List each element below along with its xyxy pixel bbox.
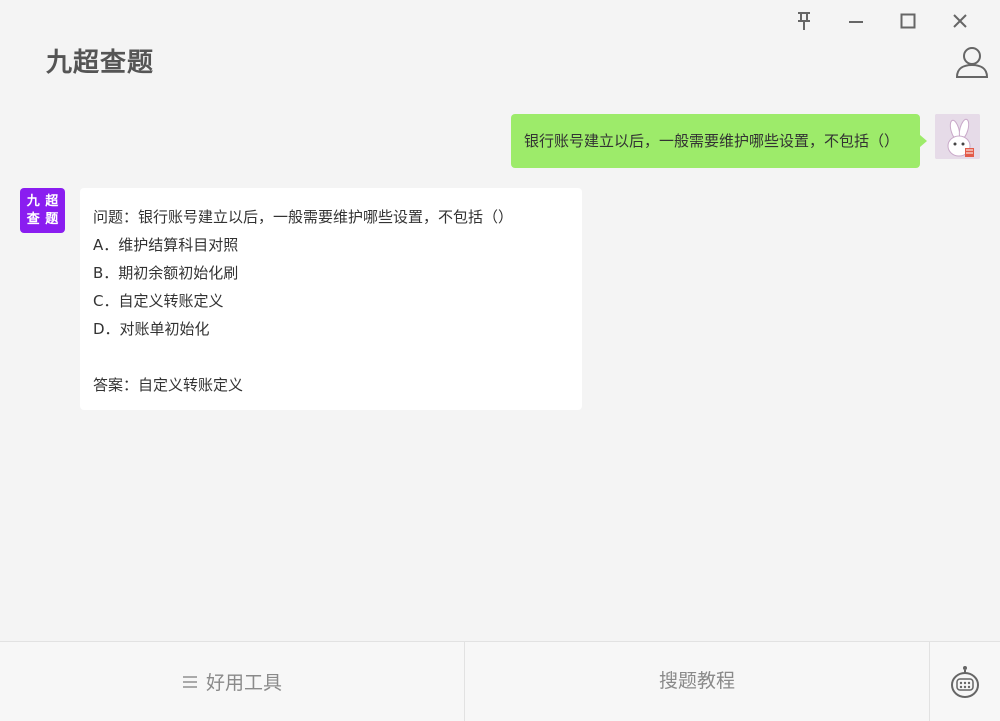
maximize-button[interactable] bbox=[882, 8, 934, 34]
robot-icon bbox=[951, 665, 979, 698]
pin-icon bbox=[798, 12, 810, 30]
user-message-bubble: 银行账号建立以后，一般需要维护哪些设置，不包括（） bbox=[510, 114, 928, 168]
bot-avatar-char: 查 bbox=[26, 211, 40, 227]
window-controls bbox=[778, 8, 986, 34]
bot-avatar-char: 超 bbox=[45, 193, 59, 209]
question-text: 问题：银行账号建立以后，一般需要维护哪些设置，不包括（） bbox=[93, 208, 514, 226]
bot-avatar-char: 九 bbox=[26, 193, 40, 209]
tools-button[interactable]: 好用工具 bbox=[0, 642, 465, 721]
option-d: D．对账单初始化 bbox=[93, 320, 210, 338]
maximize-icon bbox=[900, 13, 916, 29]
option-c: C．自定义转账定义 bbox=[93, 292, 224, 310]
footer-bar: 好用工具 搜题教程 bbox=[0, 641, 1000, 721]
user-icon bbox=[955, 47, 989, 78]
pin-button[interactable] bbox=[778, 8, 830, 34]
option-a: A．维护结算科目对照 bbox=[93, 236, 239, 254]
user-account-button[interactable] bbox=[954, 44, 990, 80]
rabbit-avatar-icon bbox=[935, 114, 980, 159]
bot-reply-bubble: 问题：银行账号建立以后，一般需要维护哪些设置，不包括（） A．维护结算科目对照 … bbox=[80, 188, 582, 410]
minimize-icon bbox=[849, 21, 863, 23]
close-button[interactable] bbox=[934, 8, 986, 34]
robot-button[interactable] bbox=[930, 642, 1000, 721]
user-message: 银行账号建立以后，一般需要维护哪些设置，不包括（） bbox=[510, 114, 928, 168]
answer-text: 答案：自定义转账定义 bbox=[93, 376, 244, 394]
search-guide-label: 搜题教程 bbox=[658, 670, 735, 692]
minimize-button[interactable] bbox=[830, 8, 882, 34]
menu-icon bbox=[182, 675, 198, 689]
search-guide-button[interactable]: 搜题教程 bbox=[465, 642, 930, 721]
bot-avatar: 九 超 查 题 bbox=[20, 188, 65, 233]
bot-avatar-char: 题 bbox=[45, 211, 59, 227]
close-icon bbox=[953, 14, 967, 28]
option-b: B．期初余额初始化刷 bbox=[93, 264, 239, 282]
app-title: 九超查题 bbox=[46, 48, 155, 78]
tools-label: 好用工具 bbox=[205, 672, 282, 694]
user-avatar bbox=[935, 114, 980, 159]
